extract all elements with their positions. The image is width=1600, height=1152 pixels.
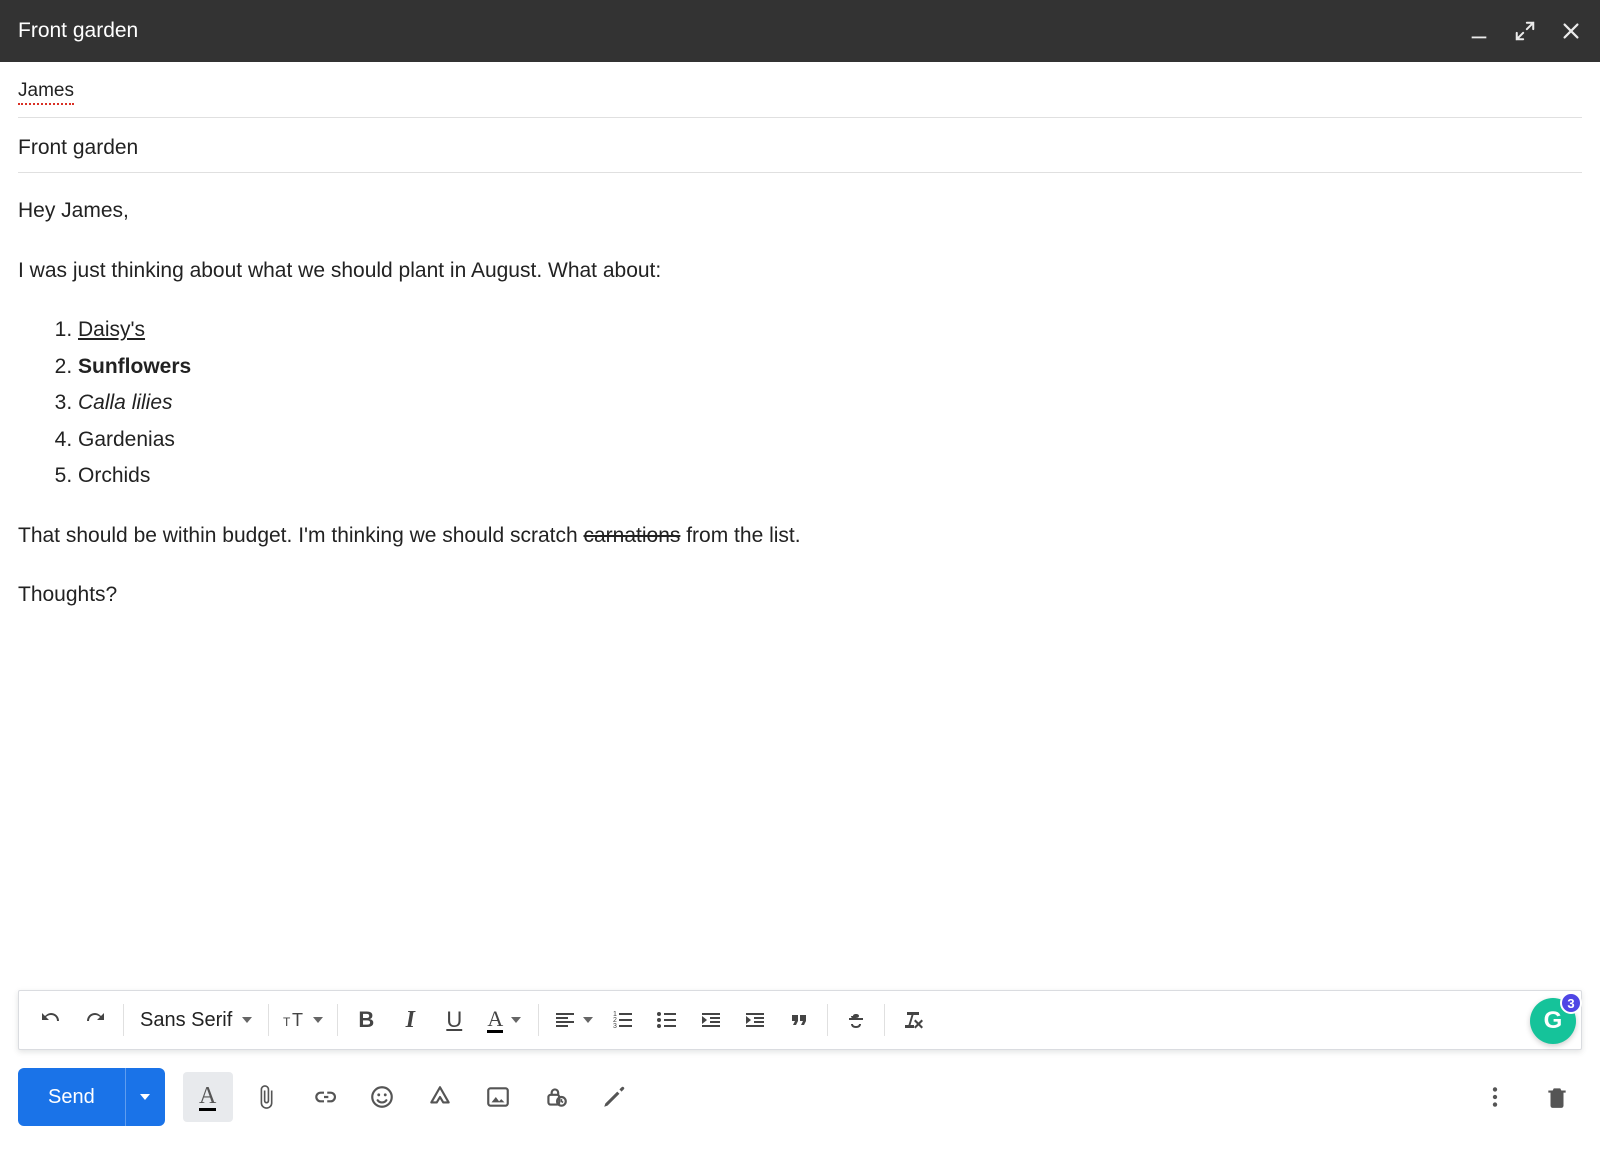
chevron-down-icon <box>313 1017 323 1023</box>
strikethrough-icon[interactable] <box>834 998 878 1042</box>
numbered-list-icon[interactable]: 123 <box>601 998 645 1042</box>
compose-body[interactable]: Hey James, I was just thinking about wha… <box>0 173 1600 990</box>
more-options-icon[interactable] <box>1470 1072 1520 1122</box>
formatting-options-icon[interactable]: A <box>183 1072 233 1122</box>
compose-title: Front garden <box>18 19 138 43</box>
list-item: Calla lilies <box>78 387 1582 419</box>
body-closing: Thoughts? <box>18 579 1582 611</box>
popout-restore-icon[interactable] <box>1514 20 1536 42</box>
underline-icon[interactable]: U <box>432 998 476 1042</box>
to-recipient[interactable]: James <box>18 80 74 105</box>
indent-less-icon[interactable] <box>689 998 733 1042</box>
subject-field-row[interactable]: Front garden <box>18 118 1582 173</box>
discard-draft-icon[interactable] <box>1532 1072 1582 1122</box>
minimize-icon[interactable] <box>1468 20 1490 42</box>
svg-text:3: 3 <box>613 1023 617 1030</box>
left-actions: Send A <box>18 1068 639 1126</box>
undo-icon[interactable] <box>29 998 73 1042</box>
insert-emoji-icon[interactable] <box>357 1072 407 1122</box>
list-item: Sunflowers <box>78 351 1582 383</box>
font-size-icon[interactable]: TT <box>275 998 331 1042</box>
svg-text:T: T <box>292 1010 303 1030</box>
bulleted-list-icon[interactable] <box>645 998 689 1042</box>
chevron-down-icon <box>140 1094 150 1100</box>
grammarly-count: 3 <box>1560 992 1582 1014</box>
right-actions <box>1470 1072 1582 1122</box>
list-item: Orchids <box>78 460 1582 492</box>
remove-formatting-icon[interactable] <box>891 998 935 1042</box>
chevron-down-icon <box>242 1017 252 1023</box>
indent-more-icon[interactable] <box>733 998 777 1042</box>
close-icon[interactable] <box>1560 20 1582 42</box>
insert-photo-icon[interactable] <box>473 1072 523 1122</box>
font-family-label: Sans Serif <box>140 1009 232 1032</box>
svg-text:T: T <box>283 1015 291 1029</box>
insert-link-icon[interactable] <box>299 1072 349 1122</box>
body-greeting: Hey James, <box>18 195 1582 227</box>
compose-titlebar: Front garden <box>0 0 1600 62</box>
grammarly-glyph: G <box>1544 1007 1563 1035</box>
quote-icon[interactable] <box>777 998 821 1042</box>
body-intro: I was just thinking about what we should… <box>18 255 1582 287</box>
insert-drive-icon[interactable] <box>415 1072 465 1122</box>
send-button[interactable]: Send <box>18 1068 125 1126</box>
text-color-icon[interactable]: A <box>476 998 532 1042</box>
formatting-toolbar: Sans Serif TT B I U A 123 <box>18 990 1582 1050</box>
align-icon[interactable] <box>545 998 601 1042</box>
subject-value[interactable]: Front garden <box>18 136 138 159</box>
redo-icon[interactable] <box>73 998 117 1042</box>
window-controls <box>1468 20 1582 42</box>
to-field-row[interactable]: James <box>18 62 1582 118</box>
chevron-down-icon <box>511 1017 521 1023</box>
send-button-group: Send <box>18 1068 165 1126</box>
grammarly-badge[interactable]: G 3 <box>1530 998 1576 1044</box>
compose-header-fields: James Front garden <box>0 62 1600 173</box>
chevron-down-icon <box>583 1017 593 1023</box>
list-item: Daisy's <box>78 314 1582 346</box>
body-budget: That should be within budget. I'm thinki… <box>18 520 1582 552</box>
italic-icon[interactable]: I <box>388 998 432 1042</box>
attach-file-icon[interactable] <box>241 1072 291 1122</box>
body-list: Daisy's Sunflowers Calla lilies Gardenia… <box>78 314 1582 492</box>
bold-icon[interactable]: B <box>344 998 388 1042</box>
insert-signature-icon[interactable] <box>589 1072 639 1122</box>
confidential-mode-icon[interactable] <box>531 1072 581 1122</box>
list-item: Gardenias <box>78 424 1582 456</box>
compose-action-bar: Send A <box>0 1060 1600 1152</box>
send-more-button[interactable] <box>125 1068 165 1126</box>
font-family-select[interactable]: Sans Serif <box>130 1009 262 1032</box>
